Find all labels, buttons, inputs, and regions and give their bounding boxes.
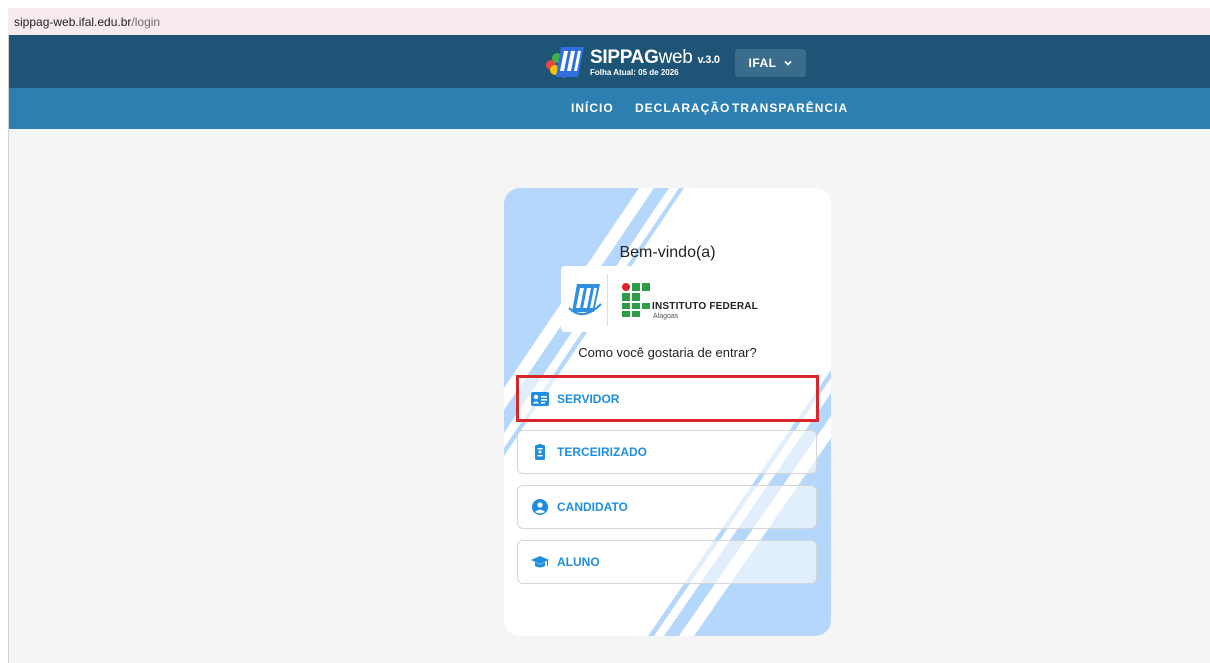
login-option-servidor[interactable]: SERVIDOR [516,375,819,422]
app-name-light: web [658,46,693,68]
logo-divider [607,274,608,326]
institution-logos: INSTITUTO FEDERAL Alagoas [561,266,771,332]
institution-title: INSTITUTO FEDERAL [652,301,758,312]
login-option-label: SERVIDOR [557,391,620,406]
sippag-logo-icon [546,47,584,78]
chevron-down-icon [783,60,792,66]
address-bar[interactable]: sippag-web.ifal.edu.br/login [8,8,1210,35]
app-name-bold: SIPPAG [590,46,659,68]
login-option-terceirizado[interactable]: TERCEIRIZADO [517,430,817,474]
graduation-cap-icon [531,556,549,568]
login-content: Bem-vindo(a) INSTITUTO FEDERAL Alagoas C… [504,188,831,636]
current-sheet-label: Folha Atual: 05 de 2026 [590,67,679,77]
organization-select[interactable]: IFAL [735,49,806,77]
brand-text: SIPPAGweb v.3.0 Folha Atual: 05 de 2026 [590,48,720,77]
nav-inicio[interactable]: INÍCIO [571,101,614,115]
login-option-aluno[interactable]: ALUNO [517,540,817,584]
login-option-label: CANDIDATO [557,500,628,514]
sippag-logo-icon [568,284,602,315]
login-option-label: TERCEIRIZADO [557,445,647,459]
app-brand[interactable]: SIPPAGweb v.3.0 Folha Atual: 05 de 2026 [544,43,720,81]
app-version: v.3.0 [697,53,720,66]
page: SIPPAGweb v.3.0 Folha Atual: 05 de 2026 … [8,35,1210,663]
nav-declaracao[interactable]: DECLARAÇÃO [635,101,730,115]
login-card: Bem-vindo(a) INSTITUTO FEDERAL Alagoas C… [504,188,831,636]
welcome-heading: Bem-vindo(a) [619,244,716,261]
url-path: /login [131,14,161,29]
url-host: sippag-web.ifal.edu.br [14,14,132,29]
login-option-candidato[interactable]: CANDIDATO [517,485,817,529]
organization-select-value: IFAL [748,56,777,70]
instituto-federal-logo-icon [622,283,650,317]
login-question: Como você gostaria de entrar? [578,345,757,360]
login-option-label: ALUNO [557,555,600,569]
nav-transparencia[interactable]: TRANSPARÊNCIA [732,101,848,115]
clipboard-badge-icon [535,444,545,460]
id-card-icon [531,391,549,406]
user-circle-icon [532,499,548,515]
institution-subtitle: Alagoas [653,313,679,320]
main-nav: INÍCIO DECLARAÇÃO TRANSPARÊNCIA [9,88,1210,129]
top-header: SIPPAGweb v.3.0 Folha Atual: 05 de 2026 … [9,35,1210,88]
